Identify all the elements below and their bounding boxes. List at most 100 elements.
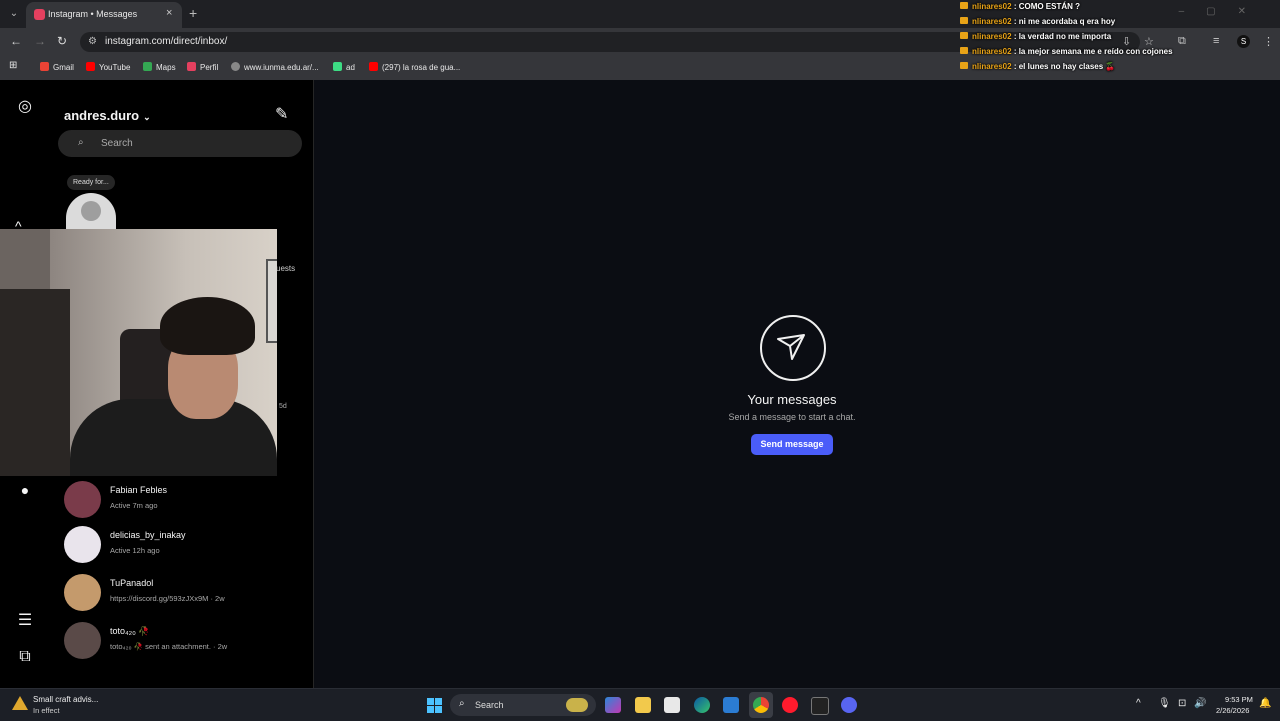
conversation-status: https://discord.gg/593zJXx9M · 2w bbox=[110, 594, 225, 603]
search-icon: ⌕ bbox=[78, 137, 84, 148]
tab-instagram[interactable]: Instagram • Messages × bbox=[26, 2, 182, 28]
weather-warning-icon[interactable] bbox=[12, 696, 28, 710]
taskbar-search-label: Search bbox=[475, 700, 504, 710]
conversation-item[interactable]: TuPanadol https://discord.gg/593zJXx9M ·… bbox=[64, 574, 304, 614]
new-message-icon[interactable]: ✎ bbox=[275, 104, 288, 124]
taskbar-search[interactable]: ⌕ Search bbox=[450, 694, 596, 716]
conversation-item[interactable]: Fabian Febles Active 7m ago bbox=[64, 481, 304, 521]
send-message-button[interactable]: Send message bbox=[751, 434, 833, 455]
webcam-furniture bbox=[0, 289, 70, 476]
chrome-icon[interactable] bbox=[753, 697, 769, 713]
instagram-icon bbox=[187, 62, 196, 71]
note-bubble[interactable]: Ready for... bbox=[67, 175, 115, 190]
microsoft-store-icon[interactable] bbox=[664, 697, 680, 713]
bookmark-perfil[interactable]: Perfil bbox=[187, 62, 218, 72]
tab-title: Instagram • Messages bbox=[48, 9, 138, 19]
bookmark-iunma[interactable]: www.iunma.edu.ar/... bbox=[231, 62, 319, 72]
chat-message: nlinares02 : la verdad no me importa bbox=[960, 32, 1280, 47]
account-username: andres.duro bbox=[64, 108, 140, 123]
clock-date[interactable]: 2/26/2026 bbox=[1216, 706, 1249, 715]
apps-grid-icon[interactable]: ⊞ bbox=[9, 60, 17, 71]
messenger-send-icon bbox=[760, 315, 826, 381]
chat-message: nlinares02 : COMO ESTÁN ? bbox=[960, 2, 1280, 17]
bookmark-maps[interactable]: Maps bbox=[143, 62, 176, 72]
profile-icon[interactable]: ● bbox=[16, 482, 34, 498]
mail-icon[interactable] bbox=[723, 697, 739, 713]
requests-link[interactable]: uests bbox=[276, 264, 295, 273]
show-hidden-icons-icon[interactable]: ^ bbox=[1136, 698, 1141, 709]
conversation-item[interactable]: delicias_by_inakay Active 12h ago bbox=[64, 526, 304, 566]
url-text[interactable]: instagram.com/direct/inbox/ bbox=[105, 36, 227, 47]
weather-subtitle[interactable]: In effect bbox=[33, 706, 60, 715]
android-icon bbox=[333, 62, 342, 71]
chat-badge-icon bbox=[960, 2, 968, 9]
conversation-status: Active 7m ago bbox=[110, 501, 158, 510]
microphone-icon[interactable]: 🎙 bbox=[1158, 698, 1171, 709]
conversation-time: 5d bbox=[279, 403, 287, 410]
conversation-name: toto₄₂₀ 🥀 bbox=[110, 626, 150, 636]
avatar bbox=[64, 526, 101, 563]
avatar-placeholder-icon bbox=[81, 201, 101, 221]
notification-bell-icon[interactable]: 🔔 bbox=[1259, 698, 1271, 709]
conversation-name: TuPanadol bbox=[110, 578, 154, 588]
chat-message: nlinares02 : el lunes no hay clases 🍒 bbox=[960, 62, 1280, 77]
volume-icon[interactable]: 🔊 bbox=[1194, 698, 1206, 709]
empty-state-subtitle: Send a message to start a chat. bbox=[728, 412, 856, 422]
conversation-name: Fabian Febles bbox=[110, 485, 168, 495]
conversation-item[interactable]: toto₄₂₀ 🥀 toto₄₂₀ 🥀 sent an attachment. … bbox=[64, 622, 304, 662]
webcam-overlay bbox=[0, 229, 277, 476]
globe-icon bbox=[231, 62, 240, 71]
windows-start-icon[interactable] bbox=[427, 698, 442, 713]
copilot-icon[interactable] bbox=[605, 697, 621, 713]
search-field[interactable]: ⌕ Search bbox=[58, 130, 302, 157]
bookmark-gmail[interactable]: Gmail bbox=[40, 62, 74, 72]
chevron-down-icon: ⌄ bbox=[143, 112, 151, 122]
conversation-status: toto₄₂₀ 🥀 sent an attachment. · 2w bbox=[110, 642, 228, 651]
avatar bbox=[64, 622, 101, 659]
also-from-meta-icon[interactable]: ⧉ bbox=[16, 648, 34, 666]
empty-state: Your messages Send a message to start a … bbox=[692, 315, 892, 455]
instagram-logo-icon[interactable]: ◎ bbox=[16, 96, 34, 116]
edge-icon[interactable] bbox=[694, 697, 710, 713]
forward-icon[interactable]: → bbox=[34, 34, 46, 48]
bookmark-la-rosa[interactable]: (297) la rosa de gua... bbox=[369, 62, 460, 72]
windows-taskbar: Small craft advis... In effect ⌕ Search … bbox=[0, 688, 1280, 721]
file-explorer-icon[interactable] bbox=[635, 697, 651, 713]
conversation-status: Active 12h ago bbox=[110, 546, 160, 555]
weather-title[interactable]: Small craft advis... bbox=[33, 695, 98, 704]
stream-chat-overlay: nlinares02 : COMO ESTÁN ? nlinares02 : n… bbox=[960, 2, 1280, 77]
search-input[interactable]: Search bbox=[101, 138, 133, 149]
webcam-person-body bbox=[70, 399, 277, 476]
bookmark-youtube[interactable]: YouTube bbox=[86, 62, 130, 72]
maps-icon bbox=[143, 62, 152, 71]
new-tab-button[interactable]: + bbox=[189, 5, 197, 21]
own-note-avatar[interactable] bbox=[66, 193, 116, 229]
youtube-icon bbox=[86, 62, 95, 71]
chat-message: nlinares02 : la mejor semana me e reído … bbox=[960, 47, 1280, 62]
chat-badge-icon bbox=[960, 32, 968, 39]
bookmark-ad[interactable]: ad bbox=[333, 62, 355, 72]
tab-search-icon[interactable]: ⌄ bbox=[6, 6, 22, 22]
messages-main-panel: Your messages Send a message to start a … bbox=[314, 80, 1280, 688]
avatar bbox=[64, 574, 101, 611]
webcam-person-hair bbox=[160, 297, 255, 355]
account-switcher[interactable]: andres.duro ⌄ bbox=[64, 108, 151, 123]
network-icon[interactable]: ⊡ bbox=[1178, 698, 1186, 709]
chat-badge-icon bbox=[960, 47, 968, 54]
gmail-icon bbox=[40, 62, 49, 71]
back-icon[interactable]: ← bbox=[10, 34, 22, 48]
chat-badge-icon bbox=[960, 17, 968, 24]
chat-message: nlinares02 : ni me acordaba q era hoy bbox=[960, 17, 1280, 32]
discord-icon[interactable] bbox=[841, 697, 857, 713]
opera-icon[interactable] bbox=[782, 697, 798, 713]
clock-time[interactable]: 9:53 PM bbox=[1225, 695, 1253, 704]
chat-badge-icon bbox=[960, 62, 968, 69]
call-of-duty-icon[interactable] bbox=[811, 697, 829, 715]
more-menu-icon[interactable]: ☰ bbox=[16, 610, 34, 630]
search-highlight-icon bbox=[566, 698, 588, 712]
search-icon: ⌕ bbox=[459, 698, 465, 709]
site-info-icon[interactable]: ⚙ bbox=[88, 36, 97, 47]
youtube-icon bbox=[369, 62, 378, 71]
tab-close-icon[interactable]: × bbox=[166, 7, 172, 19]
reload-icon[interactable]: ↻ bbox=[57, 34, 67, 48]
